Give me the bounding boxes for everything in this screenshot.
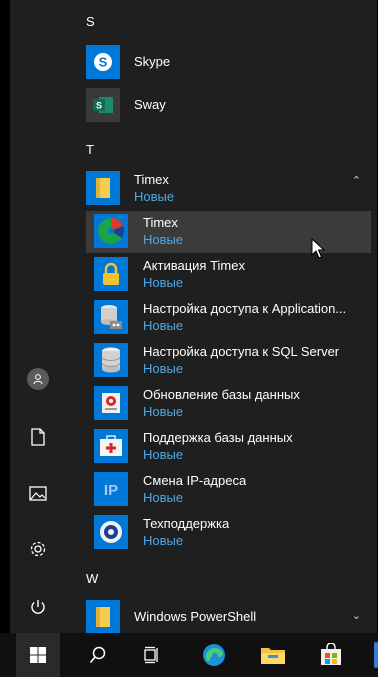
app-label: Настройка доступа к Application... bbox=[143, 301, 347, 316]
app-database-update[interactable]: Обновление базы данных Новые bbox=[86, 383, 371, 425]
new-badge: Новые bbox=[143, 232, 184, 247]
chevron-up-icon[interactable]: ⌃ bbox=[352, 174, 361, 187]
mouse-cursor-icon bbox=[311, 238, 325, 259]
documents-button[interactable] bbox=[10, 415, 66, 459]
folder-label: Timex bbox=[134, 172, 169, 187]
new-badge: Новые bbox=[143, 275, 184, 290]
user-avatar-icon bbox=[27, 368, 49, 390]
svg-text:IP: IP bbox=[104, 482, 118, 499]
app-icon bbox=[374, 642, 378, 668]
app-list: S S Skype S Sway T Timex Новые ⌃ Timex Н… bbox=[66, 0, 377, 633]
app-label: Timex bbox=[143, 215, 178, 230]
new-badge: Новые bbox=[134, 189, 175, 204]
folder-icon bbox=[261, 648, 285, 664]
timex-pie-icon bbox=[94, 214, 128, 248]
app-timex[interactable]: Timex Новые bbox=[86, 211, 371, 253]
app-change-ip[interactable]: IP Смена IP-адреса Новые bbox=[86, 469, 371, 511]
app-application-server-access[interactable]: Настройка доступа к Application... Новые bbox=[86, 297, 371, 339]
start-button[interactable] bbox=[16, 633, 60, 677]
app-label: Sway bbox=[134, 97, 166, 112]
db-update-icon bbox=[94, 386, 128, 420]
settings-button[interactable] bbox=[10, 527, 66, 571]
new-badge: Новые bbox=[143, 490, 184, 505]
picture-icon bbox=[29, 485, 47, 501]
document-icon bbox=[31, 428, 45, 446]
folder-icon bbox=[86, 600, 120, 633]
app-label: Настройка доступа к SQL Server bbox=[143, 344, 340, 359]
database-server-icon bbox=[94, 300, 128, 334]
section-header-s[interactable]: S bbox=[86, 14, 95, 29]
new-badge: Новые bbox=[143, 533, 184, 548]
edge-button[interactable] bbox=[192, 633, 236, 677]
ip-icon: IP bbox=[94, 472, 128, 506]
app-sql-server-access[interactable]: Настройка доступа к SQL Server Новые bbox=[86, 340, 371, 382]
power-icon bbox=[31, 600, 45, 614]
search-icon bbox=[89, 646, 106, 664]
windows-logo-icon bbox=[30, 647, 46, 663]
new-badge: Новые bbox=[143, 318, 184, 333]
taskbar bbox=[0, 633, 378, 677]
app-label: Смена IP-адреса bbox=[143, 473, 247, 488]
section-header-t[interactable]: T bbox=[86, 142, 94, 157]
file-explorer-button[interactable] bbox=[251, 633, 295, 677]
new-badge: Новые bbox=[143, 361, 184, 376]
power-button[interactable] bbox=[10, 585, 66, 629]
task-view-button[interactable] bbox=[130, 633, 174, 677]
svg-text:S: S bbox=[96, 101, 102, 111]
app-label: Windows PowerShell bbox=[134, 609, 257, 624]
new-badge: Новые bbox=[143, 447, 184, 462]
section-header-w[interactable]: W bbox=[86, 571, 98, 586]
first-aid-kit-icon bbox=[94, 429, 128, 463]
app-windows-powershell[interactable]: Windows PowerShell ⌄ bbox=[86, 597, 371, 633]
new-badge: Новые bbox=[143, 404, 184, 419]
app-label: Обновление базы данных bbox=[143, 387, 300, 402]
store-button[interactable] bbox=[309, 633, 353, 677]
app-skype[interactable]: S Skype bbox=[86, 42, 371, 84]
app-label: Техподдержка bbox=[143, 516, 230, 531]
task-view-icon bbox=[144, 646, 158, 664]
app-label: Активация Timex bbox=[143, 258, 245, 273]
start-rail bbox=[10, 0, 66, 633]
support-icon bbox=[94, 515, 128, 549]
sway-icon: S bbox=[86, 88, 120, 122]
app-tech-support[interactable]: Техподдержка Новые bbox=[86, 512, 371, 554]
edge-icon bbox=[203, 644, 225, 666]
gear-icon bbox=[30, 541, 46, 557]
chevron-down-icon[interactable]: ⌄ bbox=[352, 609, 361, 622]
user-account-button[interactable] bbox=[10, 357, 66, 401]
taskbar-app-button[interactable] bbox=[360, 633, 378, 677]
pictures-button[interactable] bbox=[10, 471, 66, 515]
folder-timex[interactable]: Timex Новые ⌃ bbox=[86, 168, 371, 210]
svg-text:S: S bbox=[99, 55, 108, 70]
skype-icon: S bbox=[86, 45, 120, 79]
store-icon bbox=[321, 643, 341, 665]
app-label: Skype bbox=[134, 54, 171, 69]
lock-icon bbox=[94, 257, 128, 291]
folder-icon bbox=[86, 171, 120, 205]
app-timex-activation[interactable]: Активация Timex Новые bbox=[86, 254, 371, 296]
app-sway[interactable]: S Sway bbox=[86, 85, 371, 127]
search-button[interactable] bbox=[76, 633, 120, 677]
database-icon bbox=[94, 343, 128, 377]
app-database-support[interactable]: Поддержка базы данных Новые bbox=[86, 426, 371, 468]
app-label: Поддержка базы данных bbox=[143, 430, 293, 445]
